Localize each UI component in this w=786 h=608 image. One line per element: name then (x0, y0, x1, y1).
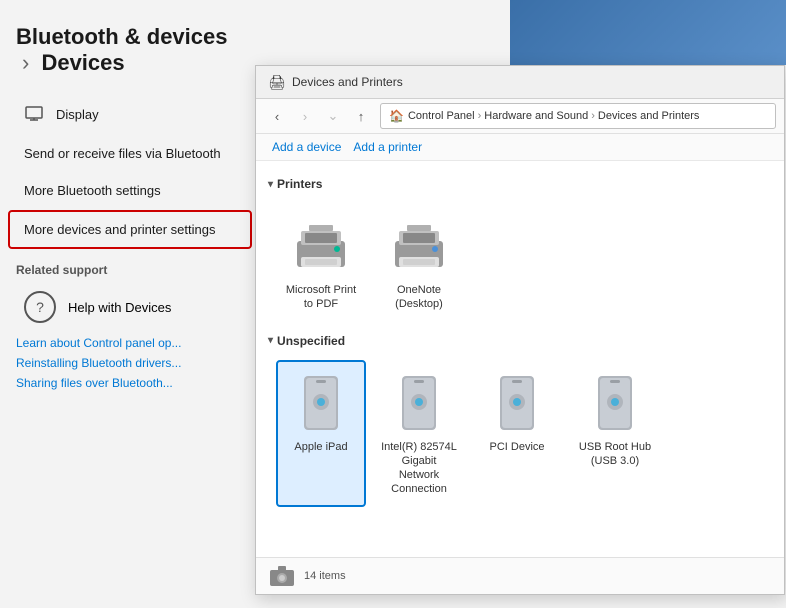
printers-label: Printers (277, 177, 322, 191)
devices-printers-window: 🖨 Devices and Printers ‹ › ⌄ ↑ 🏠 Control… (255, 65, 785, 595)
forward-button[interactable]: › (292, 103, 318, 129)
add-printer-button[interactable]: Add a printer (349, 138, 426, 156)
content-area: ▾ Printers Microsoft Printto P (256, 161, 784, 557)
breadcrumb-root: Control Panel (408, 110, 475, 122)
title-sep: › (22, 50, 29, 75)
address-bar[interactable]: 🏠 Control Panel › Hardware and Sound › D… (380, 103, 776, 129)
unspecified-grid: Apple iPad Intel(R) 82574LGigabit Networ… (268, 360, 772, 507)
more-bluetooth-label: More Bluetooth settings (24, 183, 161, 198)
device-item-intel-network[interactable]: Intel(R) 82574LGigabit NetworkConnection (374, 360, 464, 507)
sidebar-item-help-devices[interactable]: ? Help with Devices (8, 283, 252, 331)
sidebar-item-more-devices[interactable]: More devices and printer settings (8, 210, 252, 249)
title-prefix: Bluetooth & devices (16, 24, 227, 49)
breadcrumb-level1: Hardware and Sound (484, 110, 588, 122)
intel-network-icon (387, 370, 451, 434)
status-bar: 14 items (256, 557, 784, 594)
page-title: Bluetooth & devices › Devices (0, 16, 260, 92)
display-label: Display (56, 107, 99, 122)
help-devices-label: Help with Devices (68, 300, 171, 315)
link-sharing-files[interactable]: Sharing files over Bluetooth... (0, 373, 260, 393)
send-receive-label: Send or receive files via Bluetooth (24, 146, 221, 161)
recent-button[interactable]: ⌄ (320, 103, 346, 129)
printer-item-onenote[interactable]: OneNote(Desktop) (374, 203, 464, 322)
breadcrumb-level2: Devices and Printers (598, 110, 700, 122)
unspecified-section-header[interactable]: ▾ Unspecified (268, 334, 772, 348)
sidebar-item-display[interactable]: Display (8, 94, 252, 134)
back-button[interactable]: ‹ (264, 103, 290, 129)
display-icon (24, 104, 44, 124)
window-title-text: Devices and Printers (292, 75, 403, 89)
printers-chevron: ▾ (268, 179, 273, 190)
intel-network-label: Intel(R) 82574LGigabit NetworkConnection (380, 440, 458, 497)
printers-section-header[interactable]: ▾ Printers (268, 177, 772, 191)
sidebar-item-send-receive[interactable]: Send or receive files via Bluetooth (8, 136, 252, 171)
sidebar-item-more-bluetooth[interactable]: More Bluetooth settings (8, 173, 252, 208)
nav-bar: ‹ › ⌄ ↑ 🏠 Control Panel › Hardware and S… (256, 99, 784, 134)
status-camera-icon (268, 562, 296, 590)
device-item-apple-ipad[interactable]: Apple iPad (276, 360, 366, 507)
printers-grid: Microsoft Printto PDF OneNote(Desktop) (268, 203, 772, 322)
window-titlebar: 🖨 Devices and Printers (256, 66, 784, 99)
pci-device-label: PCI Device (489, 440, 544, 454)
related-support-label: Related support (0, 251, 260, 281)
more-devices-label: More devices and printer settings (24, 222, 215, 237)
printer-pdf-icon (289, 213, 353, 277)
settings-panel: Bluetooth & devices › Devices Display Se… (0, 0, 260, 608)
up-button[interactable]: ↑ (348, 103, 374, 129)
sep2: › (591, 110, 595, 122)
status-count: 14 items (304, 570, 346, 582)
printer-item-pdf[interactable]: Microsoft Printto PDF (276, 203, 366, 322)
toolbar: Add a device Add a printer (256, 134, 784, 161)
apple-ipad-icon (289, 370, 353, 434)
unspecified-label: Unspecified (277, 334, 345, 348)
address-home-icon: 🏠 (389, 109, 404, 123)
printer-onenote-label: OneNote(Desktop) (395, 283, 443, 312)
help-circle-icon: ? (24, 291, 56, 323)
usb-hub-icon (583, 370, 647, 434)
printer-onenote-icon (387, 213, 451, 277)
device-item-usb-hub[interactable]: USB Root Hub(USB 3.0) (570, 360, 660, 507)
printer-pdf-label: Microsoft Printto PDF (286, 283, 356, 312)
usb-hub-label: USB Root Hub(USB 3.0) (579, 440, 651, 469)
window-title-icon: 🖨 (268, 74, 284, 90)
apple-ipad-label: Apple iPad (294, 440, 347, 454)
unspecified-chevron: ▾ (268, 335, 273, 346)
pci-device-icon (485, 370, 549, 434)
link-reinstalling-bluetooth[interactable]: Reinstalling Bluetooth drivers... (0, 353, 260, 373)
add-device-button[interactable]: Add a device (268, 138, 345, 156)
device-item-pci[interactable]: PCI Device (472, 360, 562, 507)
sep1: › (478, 110, 482, 122)
link-control-panel[interactable]: Learn about Control panel op... (0, 333, 260, 353)
title-main: Devices (41, 50, 124, 75)
